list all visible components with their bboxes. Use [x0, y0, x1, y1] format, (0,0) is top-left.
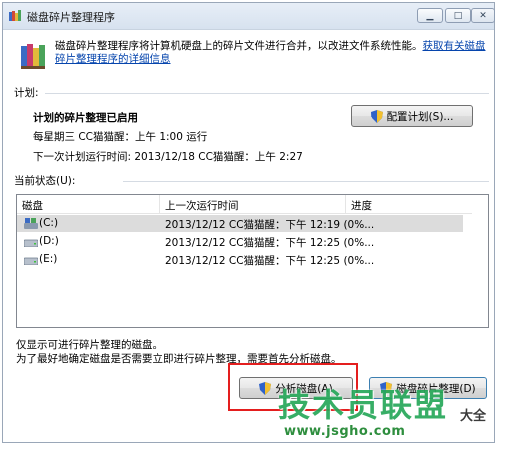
disk-name: (C:) [39, 217, 59, 229]
defragment-disk-button[interactable]: 磁盘碎片整理(D) [369, 377, 487, 399]
window-title: 磁盘碎片整理程序 [27, 11, 115, 24]
disk-name: (D:) [39, 235, 59, 247]
schedule-run-info: 每星期三 CC猫猫醒：上午 1:00 运行 [33, 131, 208, 143]
disk-list[interactable]: 磁盘 上一次运行时间 进度 (C:) 2013/12/12 CC猫猫醒：下午 1… [16, 194, 489, 328]
intro-description: 磁盘碎片整理程序将计算机硬盘上的碎片文件进行合并，以改进文件系统性能。 [55, 40, 423, 52]
maximize-button[interactable]: □ [445, 8, 471, 23]
intro-text: 磁盘碎片整理程序将计算机硬盘上的碎片文件进行合并，以改进文件系统性能。获取有关磁… [55, 40, 487, 66]
drive-icon [24, 257, 38, 265]
defrag-app-icon [9, 10, 21, 21]
disk-list-scroll-area[interactable] [472, 213, 488, 327]
note-defrag-only: 仅显示可进行碎片整理的磁盘。 [16, 339, 163, 351]
close-icon: ✕ [479, 10, 487, 21]
defragment-disk-label: 磁盘碎片整理(D) [396, 382, 476, 395]
column-progress[interactable]: 进度 [351, 198, 372, 213]
column-last-run[interactable]: 上一次运行时间 [165, 198, 239, 213]
disk-last-run: 2013/12/12 CC猫猫醒：下午 12:25 (0%... [165, 255, 375, 267]
title-bar[interactable]: 磁盘碎片整理程序 ▁ □ ✕ [3, 3, 495, 30]
schedule-divider [45, 93, 489, 94]
schedule-section-label: 计划: [14, 87, 39, 99]
configure-schedule-button[interactable]: 配置计划(S)... [351, 105, 473, 127]
disk-list-header: 磁盘 上一次运行时间 进度 [17, 195, 488, 214]
schedule-status: 计划的碎片整理已启用 [33, 112, 138, 124]
minimize-icon: ▁ [426, 10, 434, 21]
uac-shield-icon [380, 381, 393, 395]
schedule-next-run: 下一次计划运行时间: 2013/12/18 CC猫猫醒：上午 2:27 [33, 151, 303, 163]
disk-row-c[interactable]: (C:) 2013/12/12 CC猫猫醒：下午 12:19 (0%... [17, 215, 463, 232]
uac-shield-icon [370, 109, 383, 123]
close-button[interactable]: ✕ [471, 8, 495, 23]
current-status-label: 当前状态(U): [14, 175, 76, 187]
configure-schedule-label: 配置计划(S)... [386, 110, 454, 123]
column-disk[interactable]: 磁盘 [22, 198, 43, 213]
disk-last-run: 2013/12/12 CC猫猫醒：下午 12:19 (0%... [165, 219, 375, 231]
disk-row-e[interactable]: (E:) 2013/12/12 CC猫猫醒：下午 12:25 (0%... [17, 251, 463, 268]
analyze-highlight-box [228, 363, 358, 411]
disk-row-d[interactable]: (D:) 2013/12/12 CC猫猫醒：下午 12:25 (0%... [17, 233, 463, 250]
drive-icon [24, 239, 38, 247]
disk-name: (E:) [39, 253, 58, 265]
maximize-icon: □ [453, 10, 463, 21]
status-divider [123, 181, 489, 182]
system-drive-icon [24, 218, 38, 229]
defrag-header-icon [21, 44, 45, 69]
minimize-button[interactable]: ▁ [417, 8, 443, 23]
disk-last-run: 2013/12/12 CC猫猫醒：下午 12:25 (0%... [165, 237, 375, 249]
